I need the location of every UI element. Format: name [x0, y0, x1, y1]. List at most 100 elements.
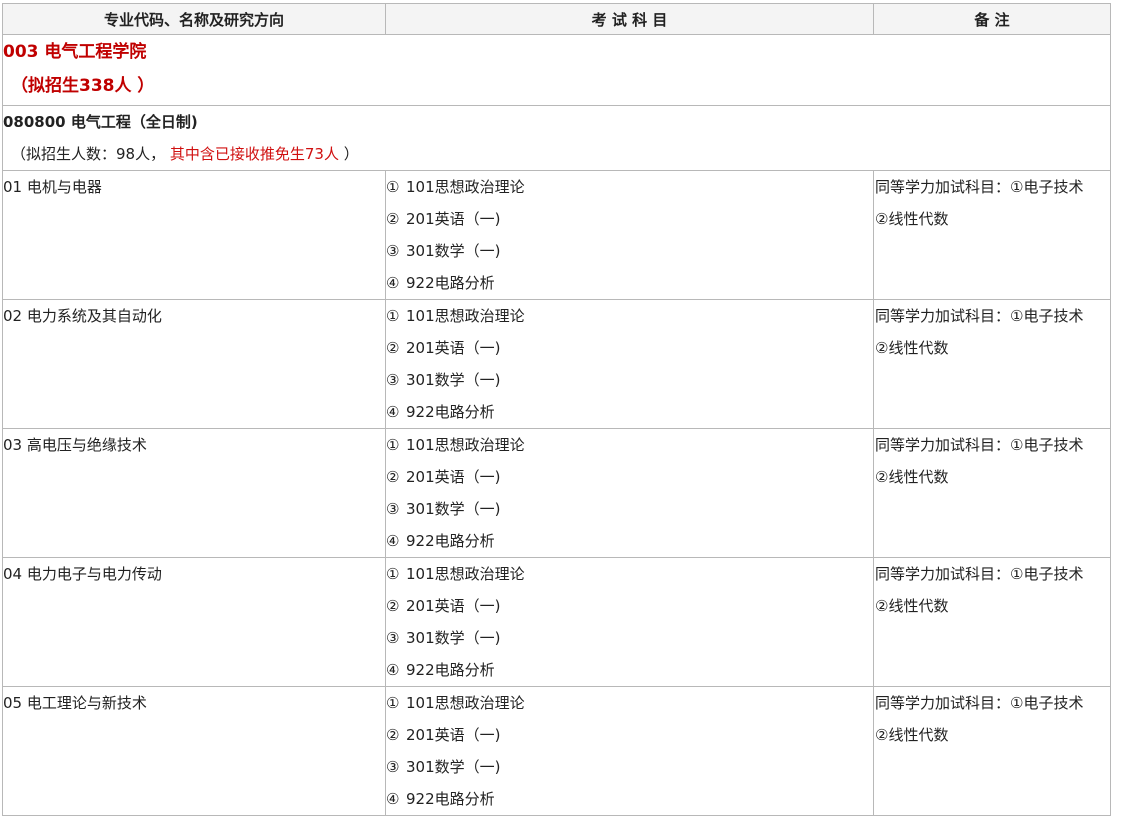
major-quota: （拟招生人数：98人， 其中含已接收推免生73人 ） [3, 132, 1110, 164]
direction-name: 02 电力系统及其自动化 [3, 307, 162, 325]
subject-number: ③ [386, 500, 400, 518]
subject-number: ① [386, 565, 400, 583]
exam-subject: ① 101思想政治理论 [386, 429, 873, 461]
note-line: 同等学力加试科目：①电子技术 [875, 178, 1084, 196]
subject-text: 101思想政治理论 [406, 178, 525, 196]
exam-subject: ④ 922电路分析 [386, 783, 873, 815]
subject-number: ① [386, 178, 400, 196]
exam-subject: ② 201英语（一) [386, 461, 873, 493]
subject-text: 922电路分析 [406, 274, 495, 292]
exam-subject: ④ 922电路分析 [386, 525, 873, 557]
major-quota-prefix: （拟招生人数：98人， [11, 145, 166, 163]
major-row: 080800 电气工程（全日制) （拟招生人数：98人， 其中含已接收推免生73… [2, 105, 1111, 171]
exam-subject: ① 101思想政治理论 [386, 171, 873, 203]
header-major: 专业代码、名称及研究方向 [2, 3, 386, 35]
direction-name: 01 电机与电器 [3, 178, 102, 196]
subject-text: 201英语（一) [406, 597, 501, 615]
subject-number: ① [386, 694, 400, 712]
header-notes: 备 注 [873, 3, 1111, 35]
subject-text: 101思想政治理论 [406, 307, 525, 325]
direction-row: 01 电机与电器 ① 101思想政治理论 ② 201英语（一) ③ 301数学（一) ④ 922… [2, 170, 1111, 300]
direction-name: 03 高电压与绝缘技术 [3, 436, 147, 454]
subject-text: 101思想政治理论 [406, 436, 525, 454]
exam-subjects-cell: ① 101思想政治理论 ② 201英语（一) ③ 301数学（一) ④ 922电路分析 [385, 428, 874, 558]
direction-name-cell: 01 电机与电器 [2, 170, 386, 300]
college-quota: （拟招生338人 ） [11, 76, 155, 96]
subject-number: ③ [386, 629, 400, 647]
subject-text: 922电路分析 [406, 790, 495, 808]
direction-row: 02 电力系统及其自动化 ① 101思想政治理论 ② 201英语（一) ③ 301数学（一)… [2, 299, 1111, 429]
subject-text: 301数学（一) [406, 371, 501, 389]
exam-subject: ③ 301数学（一) [386, 364, 873, 396]
admissions-table: 专业代码、名称及研究方向 考 试 科 目 备 注 003 电气工程学院 （拟招生… [2, 3, 1111, 816]
exam-subjects-cell: ① 101思想政治理论 ② 201英语（一) ③ 301数学（一) ④ 922电路分析 [385, 557, 874, 687]
note-line: ②线性代数 [875, 468, 949, 486]
subject-text: 301数学（一) [406, 758, 501, 776]
subject-text: 201英语（一) [406, 726, 501, 744]
subject-number: ② [386, 597, 400, 615]
exam-subject: ③ 301数学（一) [386, 622, 873, 654]
note-line: ②线性代数 [875, 210, 949, 228]
subject-number: ③ [386, 758, 400, 776]
subject-text: 301数学（一) [406, 242, 501, 260]
direction-name-cell: 04 电力电子与电力传动 [2, 557, 386, 687]
subject-number: ④ [386, 790, 400, 808]
exam-subjects-cell: ① 101思想政治理论 ② 201英语（一) ③ 301数学（一) ④ 922电路分析 [385, 686, 874, 816]
subject-text: 301数学（一) [406, 500, 501, 518]
header-subjects: 考 试 科 目 [385, 3, 874, 35]
major-cell: 080800 电气工程（全日制) （拟招生人数：98人， 其中含已接收推免生73… [2, 105, 1111, 171]
direction-row: 05 电工理论与新技术 ① 101思想政治理论 ② 201英语（一) ③ 301数学（一) ④… [2, 686, 1111, 816]
exam-subjects-cell: ① 101思想政治理论 ② 201英语（一) ③ 301数学（一) ④ 922电路分析 [385, 170, 874, 300]
note-line: 同等学力加试科目：①电子技术 [875, 694, 1084, 712]
major-quota-exempt: 其中含已接收推免生73人 [169, 145, 339, 163]
header-row: 专业代码、名称及研究方向 考 试 科 目 备 注 [2, 3, 1111, 35]
direction-name-cell: 03 高电压与绝缘技术 [2, 428, 386, 558]
direction-row: 04 电力电子与电力传动 ① 101思想政治理论 ② 201英语（一) ③ 301数学（一)… [2, 557, 1111, 687]
college-name: 003 电气工程学院 [3, 42, 147, 62]
subject-text: 101思想政治理论 [406, 694, 525, 712]
notes-cell: 同等学力加试科目：①电子技术 ②线性代数 [873, 686, 1111, 816]
note-line: ②线性代数 [875, 597, 949, 615]
exam-subject: ① 101思想政治理论 [386, 558, 873, 590]
direction-name: 04 电力电子与电力传动 [3, 565, 162, 583]
subject-text: 922电路分析 [406, 403, 495, 421]
subject-number: ① [386, 307, 400, 325]
subject-number: ④ [386, 403, 400, 421]
subject-number: ③ [386, 242, 400, 260]
admissions-table-container: 专业代码、名称及研究方向 考 试 科 目 备 注 003 电气工程学院 （拟招生… [2, 3, 1111, 816]
subject-number: ④ [386, 274, 400, 292]
subject-text: 301数学（一) [406, 629, 501, 647]
college-cell: 003 电气工程学院 （拟招生338人 ） [2, 34, 1111, 106]
direction-name: 05 电工理论与新技术 [3, 694, 147, 712]
exam-subject: ③ 301数学（一) [386, 235, 873, 267]
exam-subject: ② 201英语（一) [386, 719, 873, 751]
exam-subject: ① 101思想政治理论 [386, 687, 873, 719]
subject-number: ② [386, 468, 400, 486]
note-line: ②线性代数 [875, 339, 949, 357]
exam-subject: ② 201英语（一) [386, 332, 873, 364]
direction-row: 03 高电压与绝缘技术 ① 101思想政治理论 ② 201英语（一) ③ 301数学（一) ④… [2, 428, 1111, 558]
major-quota-suffix: ） [343, 145, 359, 163]
exam-subject: ④ 922电路分析 [386, 396, 873, 428]
exam-subject: ② 201英语（一) [386, 203, 873, 235]
exam-subject: ③ 301数学（一) [386, 751, 873, 783]
note-line: 同等学力加试科目：①电子技术 [875, 565, 1084, 583]
exam-subjects-cell: ① 101思想政治理论 ② 201英语（一) ③ 301数学（一) ④ 922电路分析 [385, 299, 874, 429]
subject-text: 101思想政治理论 [406, 565, 525, 583]
note-line: 同等学力加试科目：①电子技术 [875, 436, 1084, 454]
note-line: 同等学力加试科目：①电子技术 [875, 307, 1084, 325]
exam-subject: ④ 922电路分析 [386, 654, 873, 686]
subject-number: ② [386, 339, 400, 357]
notes-cell: 同等学力加试科目：①电子技术 ②线性代数 [873, 299, 1111, 429]
exam-subject: ③ 301数学（一) [386, 493, 873, 525]
subject-text: 922电路分析 [406, 661, 495, 679]
major-name: 080800 电气工程（全日制) [3, 113, 198, 131]
exam-subject: ④ 922电路分析 [386, 267, 873, 299]
subject-text: 201英语（一) [406, 210, 501, 228]
direction-name-cell: 02 电力系统及其自动化 [2, 299, 386, 429]
subject-number: ④ [386, 532, 400, 550]
college-row: 003 电气工程学院 （拟招生338人 ） [2, 34, 1111, 106]
notes-cell: 同等学力加试科目：①电子技术 ②线性代数 [873, 557, 1111, 687]
subject-number: ② [386, 726, 400, 744]
subject-number: ② [386, 210, 400, 228]
